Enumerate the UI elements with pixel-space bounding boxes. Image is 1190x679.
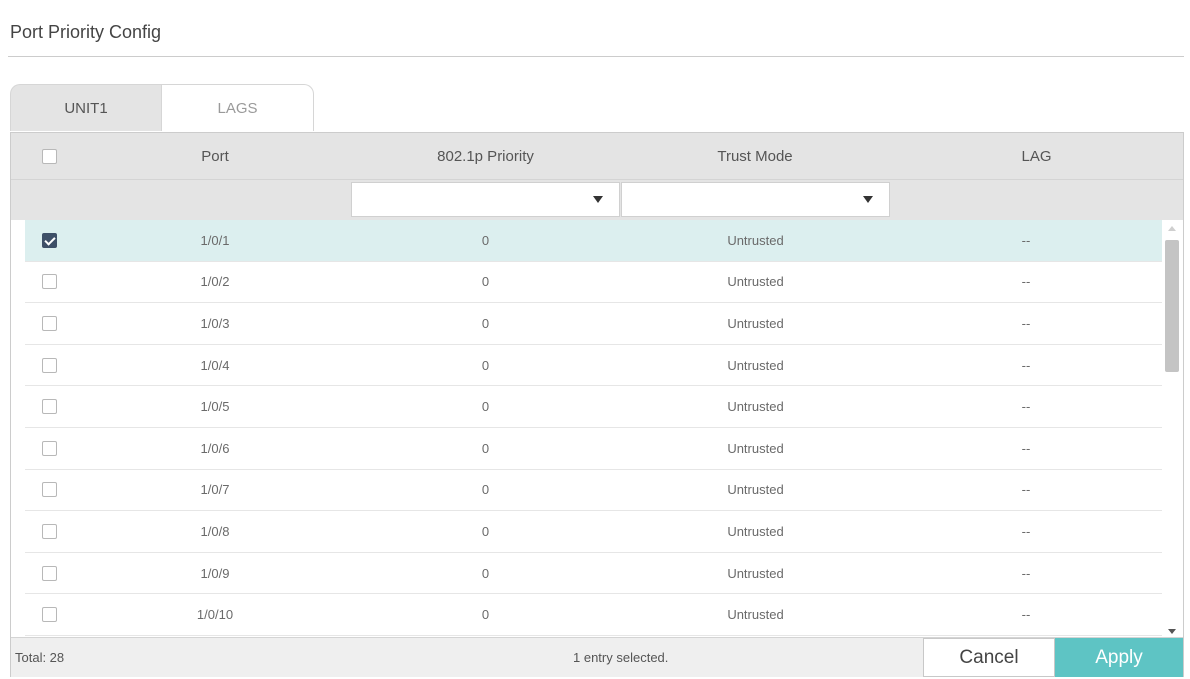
select-all-checkbox[interactable] (41, 148, 57, 164)
trust-mode-cell: Untrusted (727, 440, 784, 456)
column-header-trust-mode[interactable]: Trust Mode (620, 133, 890, 179)
lag-cell: -- (1021, 357, 1031, 373)
row-checkbox-cell (29, 470, 69, 511)
port-cell: 1/0/6 (200, 440, 230, 456)
row-checkbox-cell (29, 386, 69, 427)
priority-cell: 0 (481, 315, 490, 331)
trust-mode-cell: Untrusted (727, 482, 784, 498)
row-checkbox[interactable] (41, 565, 57, 581)
row-checkbox[interactable] (41, 440, 57, 456)
priority-cell: 0 (481, 440, 490, 456)
table-row[interactable]: 1/0/2 0 Untrusted -- (25, 262, 1162, 304)
table-row[interactable]: 1/0/3 0 Untrusted -- (25, 303, 1162, 345)
lag-cell: -- (1021, 232, 1031, 248)
row-checkbox-cell (29, 511, 69, 552)
priority-cell: 0 (481, 523, 490, 539)
row-checkbox-cell (29, 594, 69, 635)
port-cell: 1/0/5 (200, 399, 230, 415)
scroll-up-icon[interactable] (1168, 226, 1176, 231)
trust-mode-cell: Untrusted (727, 523, 784, 539)
tab-bar: UNIT1 LAGS (10, 84, 314, 132)
priority-cell: 0 (481, 232, 490, 248)
tab-unit1[interactable]: UNIT1 (10, 84, 162, 131)
port-cell: 1/0/3 (200, 315, 230, 331)
cancel-button[interactable]: Cancel (923, 638, 1055, 677)
lag-cell: -- (1021, 523, 1031, 539)
row-checkbox[interactable] (41, 482, 57, 498)
selection-status: 1 entry selected. (573, 650, 669, 665)
scroll-thumb[interactable] (1165, 240, 1179, 372)
trust-mode-cell: Untrusted (727, 607, 784, 623)
lag-cell: -- (1021, 482, 1031, 498)
row-checkbox[interactable] (41, 399, 57, 415)
port-cell: 1/0/1 (200, 232, 230, 248)
table-row[interactable]: 1/0/5 0 Untrusted -- (25, 386, 1162, 428)
lag-cell: -- (1021, 274, 1031, 290)
priority-cell: 0 (481, 607, 490, 623)
total-count: Total: 28 (15, 650, 65, 665)
trust-mode-cell: Untrusted (727, 315, 784, 331)
trust-mode-cell: Untrusted (727, 357, 784, 373)
row-checkbox-cell (29, 262, 69, 303)
row-checkbox-cell (29, 345, 69, 386)
trust-mode-cell: Untrusted (727, 565, 784, 581)
lag-cell: -- (1021, 399, 1031, 415)
priority-filter-select[interactable] (351, 182, 620, 217)
port-cell: 1/0/7 (200, 482, 230, 498)
tab-lags[interactable]: LAGS (162, 84, 314, 131)
lag-cell: -- (1021, 315, 1031, 331)
table-header: Port 802.1p Priority Trust Mode LAG (11, 133, 1183, 179)
lag-cell: -- (1021, 607, 1031, 623)
table-row[interactable]: 1/0/10 0 Untrusted -- (25, 594, 1162, 636)
table-row[interactable]: 1/0/6 0 Untrusted -- (25, 428, 1162, 470)
priority-cell: 0 (481, 274, 490, 290)
filter-row (11, 179, 1183, 220)
priority-cell: 0 (481, 357, 490, 373)
apply-button[interactable]: Apply (1055, 638, 1183, 677)
trust-mode-cell: Untrusted (727, 232, 784, 248)
port-cell: 1/0/4 (200, 357, 230, 373)
row-checkbox[interactable] (41, 357, 57, 373)
trust-mode-cell: Untrusted (727, 399, 784, 415)
port-cell: 1/0/8 (200, 523, 230, 539)
column-header-lag[interactable]: LAG (890, 133, 1183, 179)
dropdown-arrow-icon (593, 196, 603, 203)
page-title: Port Priority Config (10, 22, 162, 42)
column-header-port[interactable]: Port (105, 133, 325, 179)
select-all-cell (29, 133, 69, 179)
priority-cell: 0 (481, 399, 490, 415)
table-footer: Total: 28 1 entry selected. Cancel Apply (11, 637, 1183, 677)
table-scrollbar[interactable] (1163, 220, 1181, 638)
port-cell: 1/0/9 (200, 565, 230, 581)
column-header-priority[interactable]: 802.1p Priority (351, 133, 620, 179)
lag-cell: -- (1021, 440, 1031, 456)
trust-mode-filter-select[interactable] (621, 182, 890, 217)
table-row[interactable]: 1/0/1 0 Untrusted -- (25, 220, 1162, 262)
scroll-down-icon[interactable] (1168, 629, 1176, 634)
row-checkbox[interactable] (41, 274, 57, 290)
row-checkbox-cell (29, 553, 69, 594)
row-checkbox-cell (29, 303, 69, 344)
table-body: 1/0/1 0 Untrusted -- 1/0/2 0 Untrusted -- 1/0/3 0… (25, 220, 1162, 638)
table-row[interactable]: 1/0/7 0 Untrusted -- (25, 470, 1162, 512)
row-checkbox[interactable] (41, 523, 57, 539)
row-checkbox-cell (29, 428, 69, 469)
row-checkbox-cell (29, 220, 69, 261)
priority-cell: 0 (481, 565, 490, 581)
dropdown-arrow-icon (863, 196, 873, 203)
row-checkbox[interactable] (41, 232, 57, 248)
table-row[interactable]: 1/0/4 0 Untrusted -- (25, 345, 1162, 387)
table-row[interactable]: 1/0/9 0 Untrusted -- (25, 553, 1162, 595)
port-table: Port 802.1p Priority Trust Mode LAG 1/0/… (10, 132, 1184, 677)
row-checkbox[interactable] (41, 607, 57, 623)
lag-cell: -- (1021, 565, 1031, 581)
title-divider (8, 56, 1184, 57)
priority-cell: 0 (481, 482, 490, 498)
trust-mode-cell: Untrusted (727, 274, 784, 290)
port-cell: 1/0/10 (196, 607, 234, 623)
row-checkbox[interactable] (41, 315, 57, 331)
port-cell: 1/0/2 (200, 274, 230, 290)
table-row[interactable]: 1/0/8 0 Untrusted -- (25, 511, 1162, 553)
